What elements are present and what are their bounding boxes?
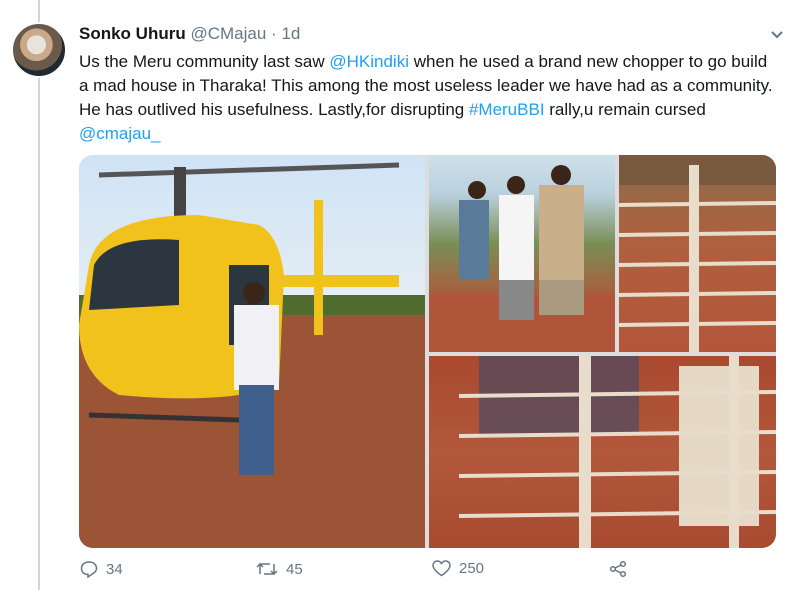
media-photo-helicopter[interactable] bbox=[79, 155, 425, 548]
media-photo-wall[interactable] bbox=[619, 155, 776, 352]
heart-icon bbox=[432, 560, 451, 577]
tweet-header: Sonko Uhuru @CMajau · 1d bbox=[79, 24, 300, 44]
tweet-text: Us the Meru community last saw @HKindiki… bbox=[79, 50, 779, 146]
thread-line bbox=[38, 0, 40, 590]
retweet-icon bbox=[256, 562, 278, 576]
hashtag-link[interactable]: #MeruBBI bbox=[469, 100, 545, 119]
wall-photo-illustration bbox=[619, 155, 776, 352]
reply-count: 34 bbox=[106, 560, 123, 578]
retweet-count: 45 bbox=[286, 560, 303, 578]
chevron-down-icon[interactable] bbox=[770, 30, 784, 40]
mention-link[interactable]: @cmajau_ bbox=[79, 124, 161, 143]
avatar[interactable] bbox=[11, 22, 67, 78]
tweet-actions: 34 45 250 bbox=[0, 560, 797, 580]
building-photo-illustration bbox=[458, 356, 776, 548]
construction-photo-illustration bbox=[429, 165, 615, 352]
reply-icon bbox=[80, 561, 98, 578]
display-name[interactable]: Sonko Uhuru bbox=[79, 24, 186, 43]
tweet-text-part: rally,u remain cursed bbox=[544, 100, 706, 119]
like-button[interactable]: 250 bbox=[432, 560, 484, 577]
mention-link[interactable]: @HKindiki bbox=[329, 52, 409, 71]
retweet-button[interactable]: 45 bbox=[256, 560, 303, 578]
helicopter-photo-illustration bbox=[79, 162, 425, 548]
media-photo-construction[interactable] bbox=[429, 155, 615, 352]
tweet-timestamp[interactable]: 1d bbox=[281, 24, 300, 43]
share-button[interactable] bbox=[609, 560, 627, 578]
separator-dot: · bbox=[271, 24, 277, 43]
like-count: 250 bbox=[459, 560, 485, 577]
user-handle[interactable]: @CMajau bbox=[190, 24, 266, 43]
reply-button[interactable]: 34 bbox=[80, 560, 123, 578]
tweet-text-part: Us the Meru community last saw bbox=[79, 52, 330, 71]
media-photo-building[interactable] bbox=[429, 356, 776, 548]
media-grid bbox=[79, 155, 776, 548]
share-icon bbox=[609, 560, 627, 578]
